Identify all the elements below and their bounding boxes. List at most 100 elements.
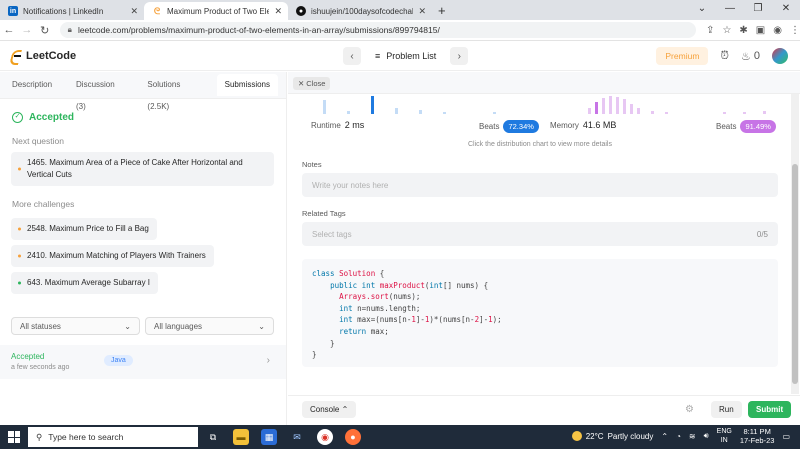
tab-solutions[interactable]: Solutions (2.5K)	[139, 74, 208, 111]
distribution-chart[interactable]	[303, 94, 783, 114]
close-icon[interactable]: ✕	[130, 6, 138, 17]
extensions-icon[interactable]: ✱	[739, 25, 747, 36]
chevron-up-icon[interactable]: ⌃	[661, 432, 668, 441]
prev-problem-button[interactable]: ‹	[343, 47, 361, 65]
chevron-up-icon: ⌃	[341, 405, 349, 414]
menu-icon[interactable]: ⋮	[790, 25, 800, 36]
share-icon[interactable]: ⇪	[706, 25, 714, 36]
distribution-bar	[595, 102, 598, 114]
chevron-down-icon: ⌄	[258, 321, 265, 331]
code-line: }	[312, 338, 335, 348]
task-view-icon[interactable]: ⧉	[205, 429, 221, 445]
profile-icon[interactable]: ◉	[773, 25, 782, 36]
close-label: Close	[306, 79, 326, 88]
close-window-icon[interactable]: ✕	[772, 0, 800, 20]
store-icon[interactable]: ▦	[261, 429, 277, 445]
accepted-status: ✓ Accepted	[12, 112, 74, 123]
next-question-card[interactable]: 1465. Maximum Area of a Piece of Cake Af…	[11, 152, 274, 186]
code-block[interactable]: class Solution { public int maxProduct(i…	[302, 259, 778, 367]
reload-icon[interactable]: ↻	[36, 24, 54, 37]
notes-input[interactable]: Write your notes here	[302, 173, 778, 197]
submission-row[interactable]: Accepted a few seconds ago Java ›	[0, 345, 286, 379]
tags-placeholder: Select tags	[312, 229, 352, 239]
weather-widget[interactable]: 22°C Partly cloudy	[571, 431, 654, 441]
sidebar-icon[interactable]: ▣	[756, 25, 765, 36]
browser-tab-github[interactable]: ● ishuujein/100daysofcodechalle ✕	[288, 2, 432, 20]
next-problem-button[interactable]: ›	[450, 47, 469, 65]
runtime-label: Runtime	[311, 120, 341, 130]
challenge-item[interactable]: 643. Maximum Average Subarray I	[11, 272, 159, 294]
close-icon[interactable]: ✕	[418, 6, 426, 17]
leetcode-header: LeetCode ‹ ≡ Problem List › Premium ⏰︎ ♨…	[0, 42, 800, 71]
debug-icon[interactable]: ⚙	[685, 404, 694, 415]
code-line: }	[312, 350, 317, 360]
tags-select[interactable]: Select tags 0/5	[302, 222, 778, 246]
restore-icon[interactable]: ❐	[744, 0, 772, 20]
alarm-clock-icon[interactable]: ⏰︎	[720, 50, 729, 63]
problem-list-button[interactable]: ≡ Problem List	[369, 51, 442, 61]
distribution-bar	[347, 111, 350, 114]
back-icon[interactable]: ←	[0, 24, 18, 36]
distribution-bar	[602, 98, 605, 114]
code-line: public int maxProduct(int[] nums) {	[330, 280, 489, 290]
lang-top: ENG	[716, 428, 732, 435]
weather-text: Partly cloudy	[607, 431, 654, 441]
detail-toolbar	[288, 72, 800, 94]
tab-submissions[interactable]: Submissions	[216, 74, 278, 96]
url-field[interactable]: 🔒︎ leetcode.com/problems/maximum-product…	[59, 22, 697, 38]
challenge-item[interactable]: 2548. Maximum Price to Fill a Bag	[11, 218, 157, 240]
new-tab-icon[interactable]: +	[438, 3, 446, 18]
search-placeholder: Type here to search	[48, 432, 124, 442]
status-filter-select[interactable]: All statuses ⌄	[11, 317, 140, 335]
windows-start-icon[interactable]	[8, 431, 20, 443]
scrollbar-thumb[interactable]	[792, 164, 798, 384]
taskbar-search[interactable]: ⚲ Type here to search	[28, 427, 198, 447]
submit-button[interactable]: Submit	[748, 401, 792, 418]
challenge-item[interactable]: 2410. Maximum Matching of Players With T…	[11, 245, 214, 267]
tab-description[interactable]: Description	[4, 74, 60, 96]
firefox-icon[interactable]: ●	[345, 429, 361, 445]
memory-label: Memory	[550, 120, 579, 130]
mail-icon[interactable]: ✉	[289, 429, 305, 445]
more-challenges-label: More challenges	[12, 199, 75, 209]
close-icon[interactable]: ✕	[274, 6, 282, 17]
streak-counter[interactable]: ♨ 0	[741, 50, 760, 63]
leetcode-logo[interactable]: LeetCode	[10, 49, 76, 63]
close-detail-button[interactable]: ✕ Close	[293, 77, 331, 90]
browser-tab-linkedin[interactable]: in Notifications | LinkedIn ✕	[0, 2, 144, 20]
next-question-title: 1465. Maximum Area of a Piece of Cake Af…	[27, 158, 243, 179]
premium-button[interactable]: Premium	[656, 47, 709, 65]
right-scrollbar[interactable]	[791, 94, 799, 394]
input-language[interactable]: ENG IN	[717, 427, 732, 445]
clock[interactable]: 8:11 PM 17-Feb-23	[740, 427, 775, 445]
file-explorer-icon[interactable]: ▬	[233, 429, 249, 445]
avatar[interactable]	[772, 48, 788, 64]
wifi-icon[interactable]: ≋	[689, 432, 696, 441]
distribution-bar	[609, 96, 612, 114]
check-circle-icon: ✓	[12, 112, 23, 123]
network-icon[interactable]: ◔	[676, 432, 681, 441]
problem-list-label: Problem List	[386, 51, 437, 61]
browser-tab-leetcode[interactable]: ᘓ Maximum Product of Two Eleme ✕	[144, 2, 288, 20]
distribution-bar	[665, 112, 668, 114]
language-filter-select[interactable]: All languages ⌄	[145, 317, 274, 335]
distribution-bar	[630, 104, 633, 114]
chrome-icon[interactable]: ◉	[317, 429, 333, 445]
memory-beats: Beats 91.49%	[716, 120, 776, 133]
forward-icon[interactable]: →	[18, 24, 36, 36]
tab-search-icon[interactable]: ⌄	[688, 0, 716, 20]
challenge-title: 2410. Maximum Matching of Players With T…	[27, 251, 206, 260]
console-button[interactable]: Console ⌃	[302, 401, 357, 418]
run-button[interactable]: Run	[711, 401, 742, 418]
runtime-metric: Runtime 2 ms	[311, 120, 364, 130]
sun-icon	[571, 431, 582, 441]
volume-icon[interactable]: 🔊︎	[704, 431, 709, 441]
tab-discussion[interactable]: Discussion (3)	[68, 74, 131, 111]
bookmark-star-icon[interactable]: ☆	[722, 25, 731, 36]
minimize-icon[interactable]: —	[716, 0, 744, 20]
notifications-icon[interactable]: ▭	[782, 432, 790, 441]
distribution-bar	[637, 108, 640, 114]
runtime-beats: Beats 72.34%	[479, 120, 539, 133]
runtime-value: 2 ms	[344, 120, 365, 130]
distribution-bar	[588, 108, 591, 114]
